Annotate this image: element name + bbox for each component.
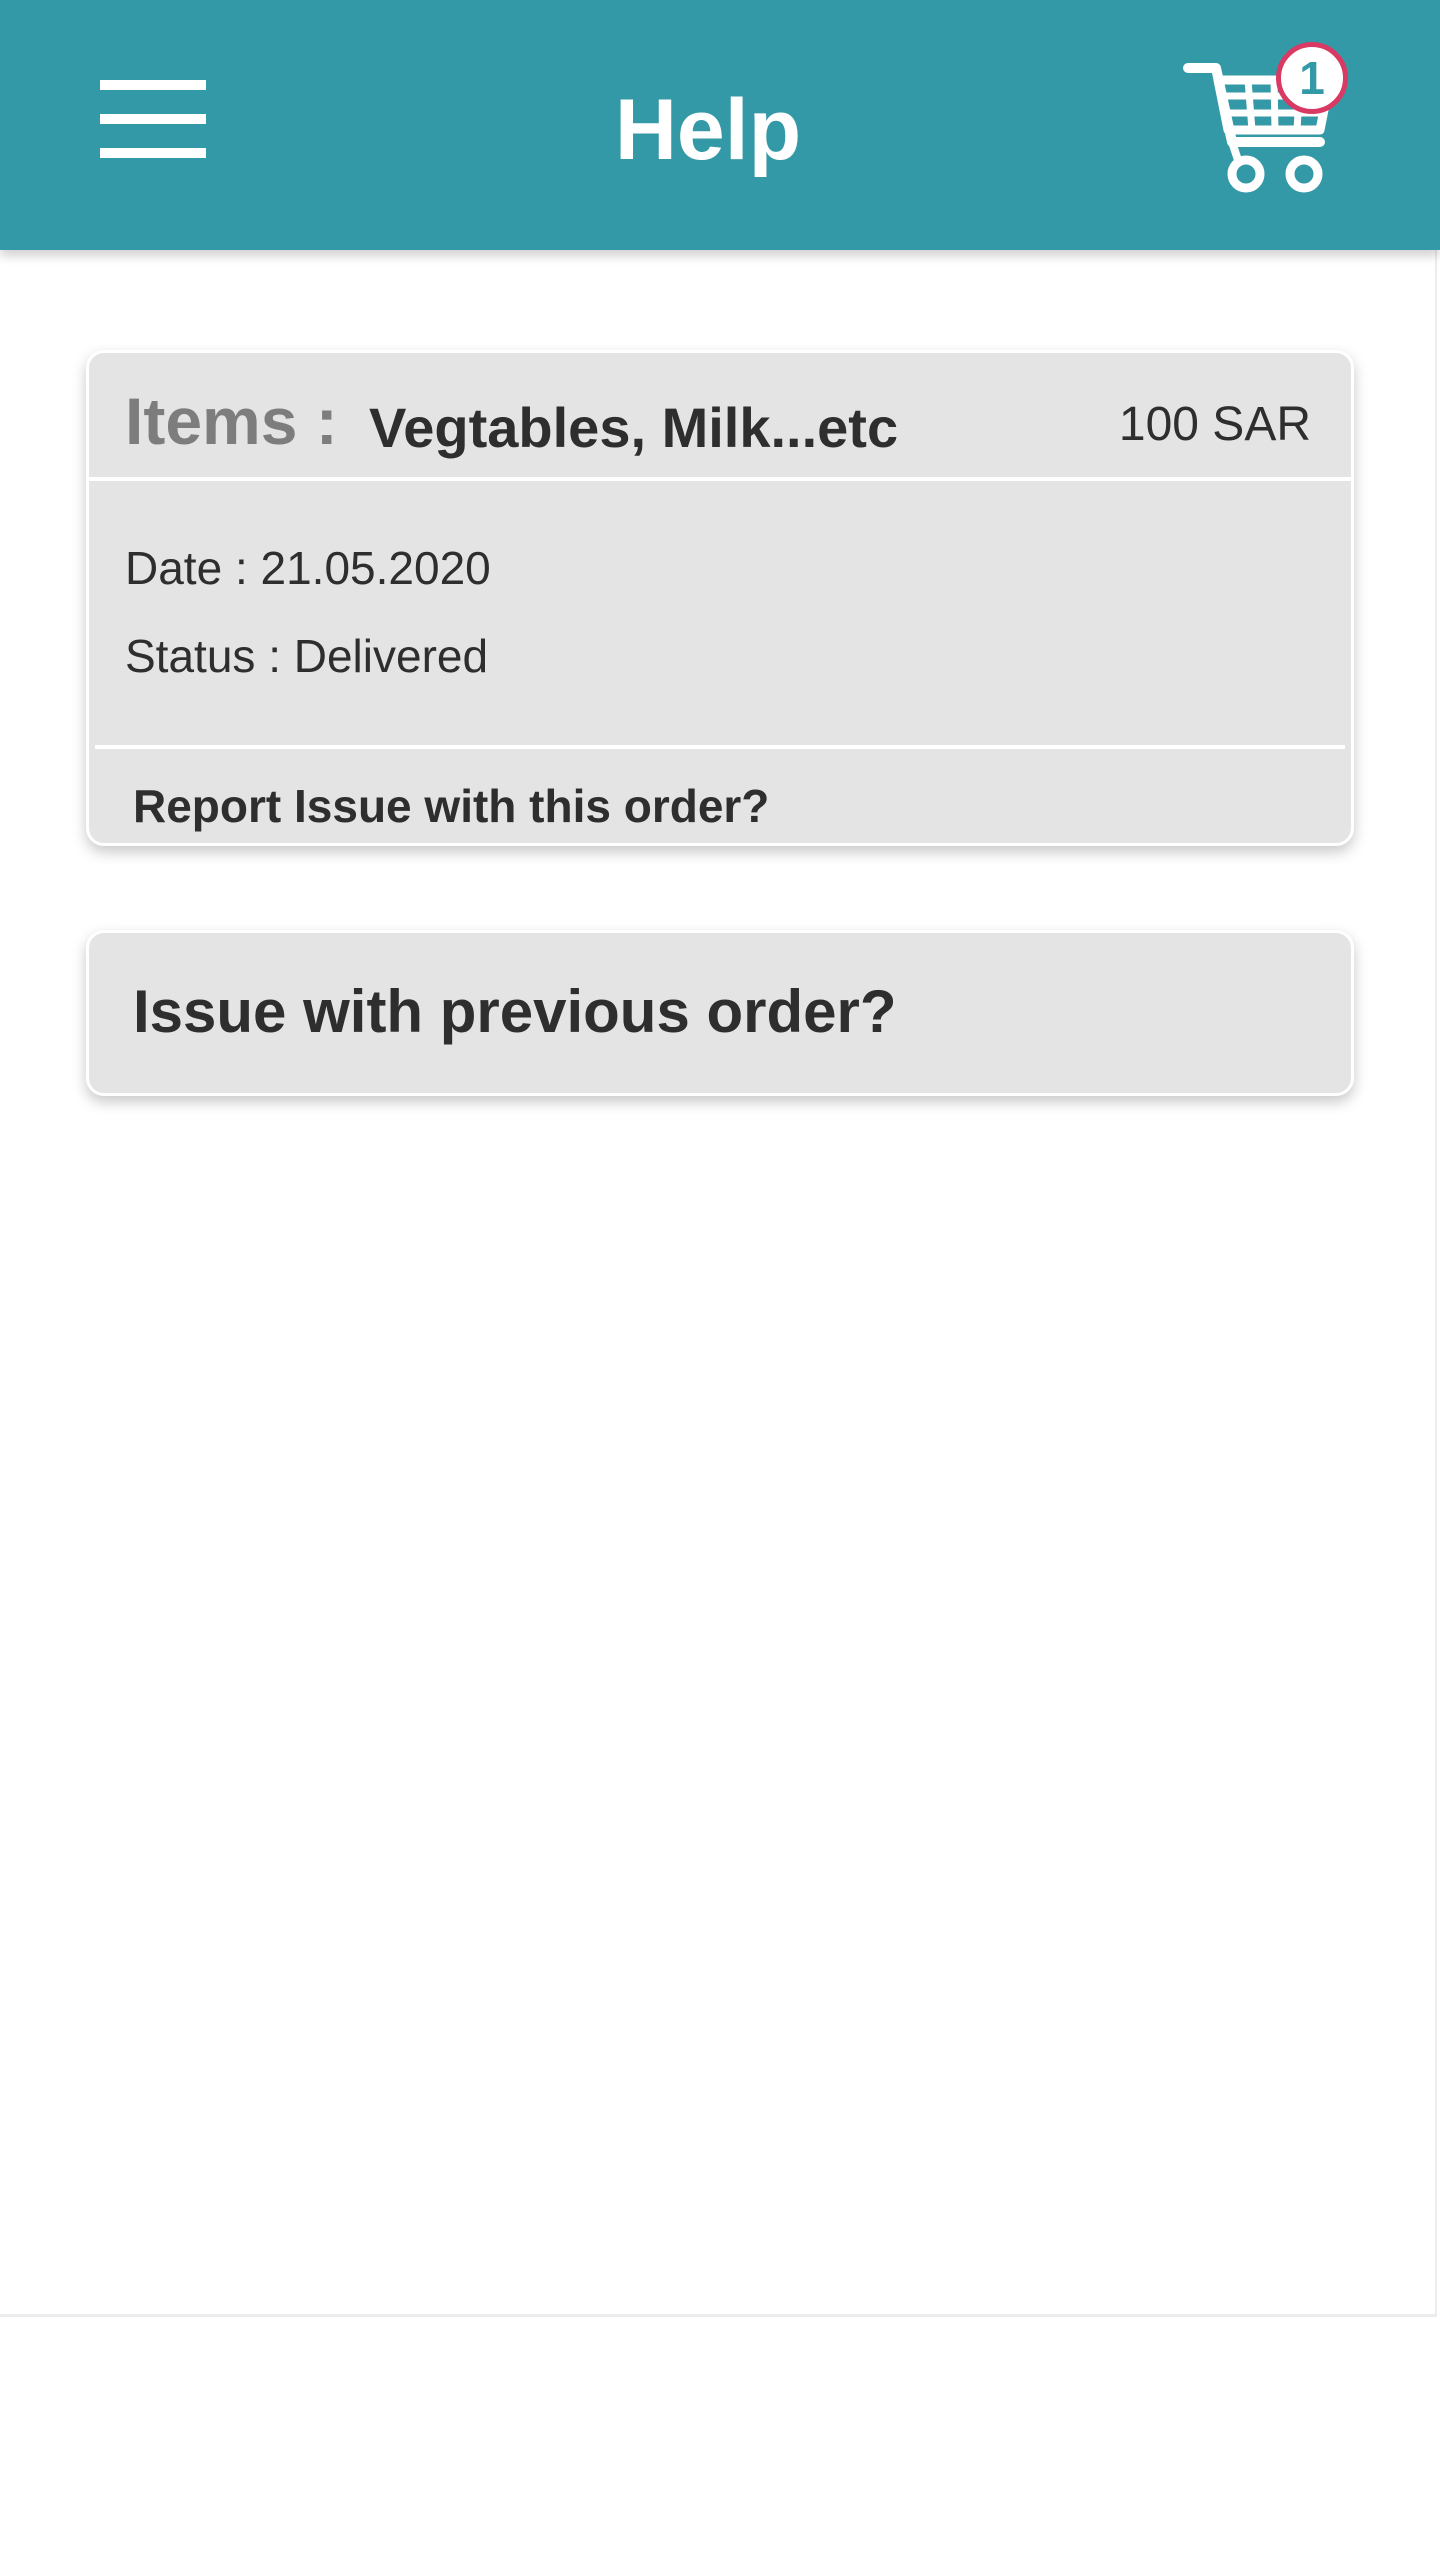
app-header: Help 1 <box>0 0 1440 250</box>
order-price: 100 SAR <box>1118 398 1311 451</box>
order-card: Items : Vegtables, Milk...etc 100 SAR Da… <box>86 350 1354 846</box>
items-value: Vegtables, Milk...etc <box>369 396 899 459</box>
order-date: Date : 21.05.2020 <box>125 542 491 594</box>
cart-count-badge: 1 <box>1276 42 1348 114</box>
content-bottom-divider <box>0 2314 1437 2317</box>
order-status: Status : Delivered <box>125 630 489 682</box>
order-card-header: Items : Vegtables, Milk...etc 100 SAR <box>89 353 1351 477</box>
content-edge <box>1435 250 1437 2316</box>
previous-order-issue-button[interactable]: Issue with previous order? <box>86 930 1354 1096</box>
divider <box>89 477 1351 481</box>
report-issue-link[interactable]: Report Issue with this order? <box>133 779 769 833</box>
previous-order-issue-label: Issue with previous order? <box>133 978 897 1045</box>
divider <box>95 745 1345 749</box>
items-label: Items : <box>125 384 338 458</box>
